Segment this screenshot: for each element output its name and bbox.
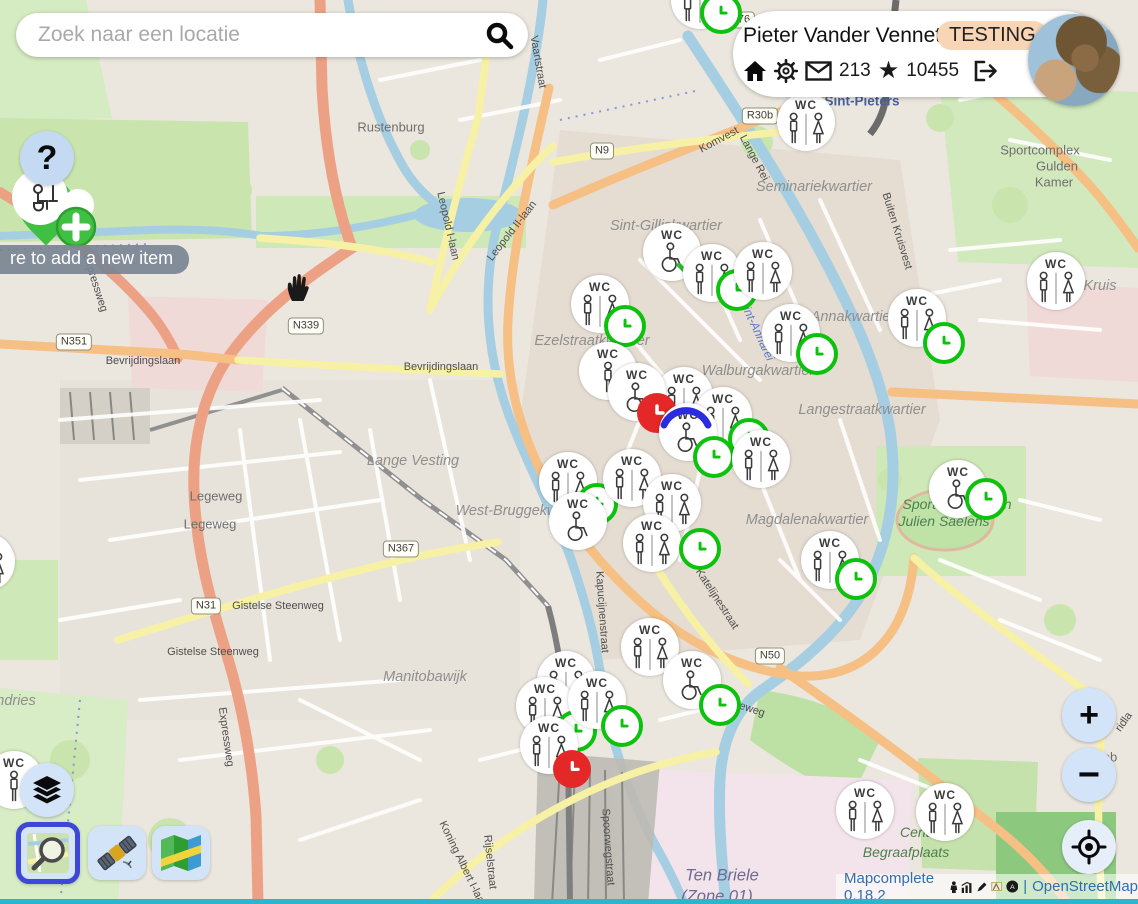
star-icon: ★ xyxy=(878,61,900,81)
wc-label: WC xyxy=(906,295,928,307)
search-input[interactable] xyxy=(36,22,484,48)
copyright-icon: A xyxy=(1006,878,1019,895)
wc-label: WC xyxy=(795,99,817,111)
home-icon[interactable] xyxy=(743,60,767,82)
wc-label: WC xyxy=(819,537,841,549)
wc-label: WC xyxy=(934,789,956,801)
wc-label: WC xyxy=(752,248,774,260)
background-satellite-button[interactable] xyxy=(88,826,146,880)
messages-count: 213 xyxy=(839,60,871,82)
wc-label: WC xyxy=(589,281,611,293)
wc-label: WC xyxy=(947,466,969,478)
opening-hours-open-badge xyxy=(604,305,646,347)
wc-label: WC xyxy=(641,520,663,532)
wc-label: WC xyxy=(3,757,25,769)
wc-label: WC xyxy=(673,373,695,385)
satellite-icon xyxy=(95,832,139,874)
opening-hours-closed-badge xyxy=(553,750,591,788)
svg-text:A: A xyxy=(1010,884,1015,891)
opening-hours-open-badge xyxy=(796,333,838,375)
messages-icon[interactable] xyxy=(805,61,832,81)
toilet-marker-mf[interactable]: WC xyxy=(0,533,15,591)
wc-label: WC xyxy=(557,458,579,470)
mapcomplete-app: Brugge-Sint-PietersRustenburgSportcomple… xyxy=(0,0,1138,904)
attribution-bar: Mapcomplete 0.18.2 A | OpenStreetMap xyxy=(836,874,1138,899)
wc-label: WC xyxy=(555,657,577,669)
wc-label: WC xyxy=(639,624,661,636)
zoom-in-button[interactable]: + xyxy=(1062,688,1116,742)
wc-label: WC xyxy=(1045,258,1067,270)
opening-hours-open-badge xyxy=(835,558,877,600)
stars-count: 10455 xyxy=(906,60,959,82)
wc-label: WC xyxy=(681,657,703,669)
toilet-marker-mf[interactable]: WC xyxy=(1027,252,1085,310)
geolocate-icon xyxy=(1071,829,1107,865)
toilet-marker-mf[interactable]: WC xyxy=(732,430,790,488)
layers-button[interactable] xyxy=(20,763,74,817)
marker-layer: WC WC WC WC WC WC WC WC WC WC WC WC WC WC WC WC WC WC WC WC… xyxy=(0,0,1138,904)
opening-hours-open-badge xyxy=(700,0,742,34)
help-button[interactable]: ? xyxy=(20,131,74,185)
gear-icon[interactable] xyxy=(774,59,798,83)
wc-label: WC xyxy=(750,436,772,448)
layers-icon xyxy=(30,773,64,807)
attribution-separator: | xyxy=(1023,878,1027,895)
user-avatar[interactable] xyxy=(1028,14,1120,106)
geolocate-button[interactable] xyxy=(1062,820,1116,874)
zoom-out-button[interactable]: − xyxy=(1062,748,1116,802)
add-item-tooltip: re to add a new item xyxy=(0,245,189,274)
user-stats-row: 213 ★ 10455 xyxy=(743,59,998,83)
toilet-marker-mf[interactable]: WC xyxy=(836,781,894,839)
background-map-button[interactable] xyxy=(152,826,210,880)
statistics-icon xyxy=(961,879,973,895)
wc-label: WC xyxy=(586,677,608,689)
wc-label: WC xyxy=(621,455,643,467)
opening-hours-open-badge xyxy=(679,528,721,570)
background-osm-button[interactable] xyxy=(16,822,80,884)
wc-label: WC xyxy=(854,787,876,799)
wc-label: WC xyxy=(567,498,589,510)
opening-hours-open-badge xyxy=(923,322,965,364)
wc-label: WC xyxy=(538,722,560,734)
wc-label: WC xyxy=(597,348,619,360)
attribution-osm-link[interactable]: OpenStreetMap xyxy=(1032,878,1138,895)
toilet-marker-mf[interactable]: WC xyxy=(623,514,681,572)
opening-hours-open-badge xyxy=(601,705,643,747)
toilet-marker-mf[interactable]: WC xyxy=(734,242,792,300)
user-name: Pieter Vander Vennet xyxy=(743,24,941,48)
wc-label: WC xyxy=(626,369,648,381)
edit-pencil-icon xyxy=(976,879,988,895)
toilet-marker-mf[interactable]: WC xyxy=(916,783,974,841)
wc-label: WC xyxy=(661,229,683,241)
wc-label: WC xyxy=(780,310,802,322)
logout-icon[interactable] xyxy=(972,60,998,82)
folded-map-icon xyxy=(159,833,203,873)
toilet-marker-mf[interactable]: WC xyxy=(777,93,835,151)
help-label: ? xyxy=(37,139,58,178)
search-icon[interactable] xyxy=(484,20,514,50)
bottom-edge-strip xyxy=(0,899,1138,904)
zoom-in-label: + xyxy=(1079,696,1099,735)
opening-hours-open-badge xyxy=(699,684,741,726)
theme-logo-icon xyxy=(991,879,1002,894)
zoom-out-label: − xyxy=(1078,754,1100,797)
wc-label: WC xyxy=(534,683,556,695)
wc-label: WC xyxy=(661,480,683,492)
opening-hours-open-badge xyxy=(965,478,1007,520)
wc-label: WC xyxy=(701,250,723,262)
surveyor-icon xyxy=(949,879,959,895)
osm-carto-icon xyxy=(26,832,70,874)
search-bar xyxy=(16,13,528,57)
toilet-marker-w[interactable]: WC xyxy=(549,492,607,550)
selected-marker-arc xyxy=(656,387,716,434)
